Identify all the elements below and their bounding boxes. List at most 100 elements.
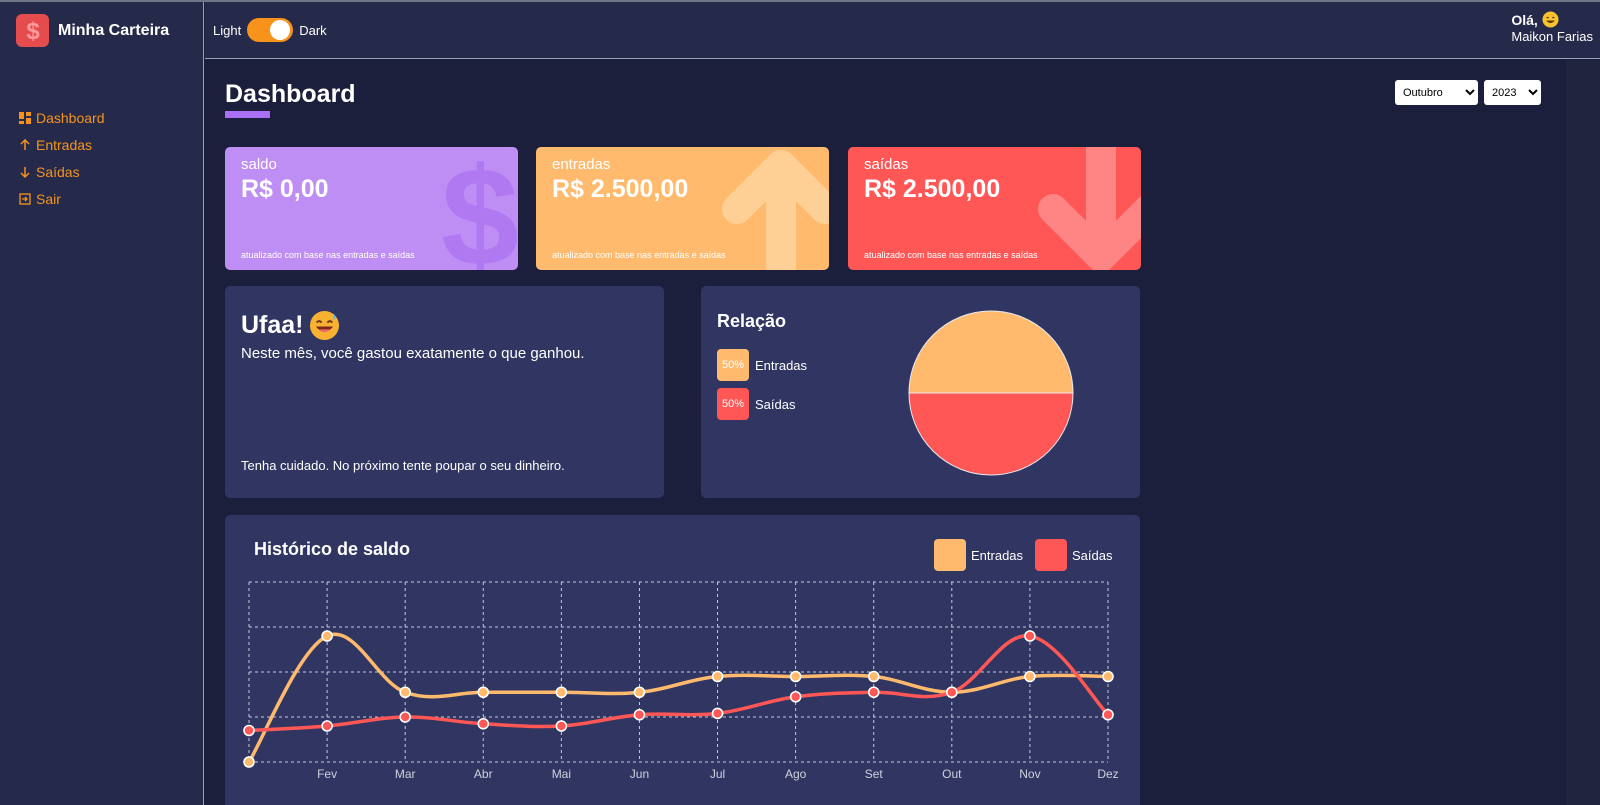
card-footer: atualizado com base nas entradas e saída… [864, 250, 1038, 260]
sweat-smile-emoji-icon [309, 310, 339, 341]
theme-toggle-group: Light Dark [213, 18, 327, 42]
svg-text:$: $ [441, 147, 518, 270]
card-label: saldo [241, 156, 277, 173]
relation-panel: Relação 50% Entradas 50% Saídas [701, 286, 1140, 498]
data-point-entradas[interactable] [867, 670, 880, 683]
x-tick-label: Mai [552, 767, 571, 781]
page-title: Dashboard [225, 80, 356, 108]
x-tick-label: Dez [1097, 767, 1118, 781]
theme-toggle-switch[interactable] [247, 18, 294, 42]
sidebar-item-label: Sair [36, 190, 61, 207]
series-line-entradas [247, 632, 1109, 763]
card-value: R$ 2.500,00 [552, 175, 689, 203]
data-point-saídas[interactable] [243, 724, 255, 737]
card-label: saídas [864, 156, 909, 173]
month-select[interactable]: Outubro [1395, 80, 1478, 105]
arrow-down-bg-icon [1038, 147, 1141, 270]
user-name: Maikon Farias [1511, 29, 1593, 44]
dashboard-icon [18, 111, 31, 124]
data-point-entradas[interactable] [1024, 670, 1036, 683]
card-saldo: $ saldo R$ 0,00 atualizado com base nas … [225, 147, 518, 270]
arrow-down-icon [18, 165, 31, 178]
brand[interactable]: $ Minha Carteira [16, 14, 169, 47]
x-tick-label: Abr [474, 767, 493, 781]
relation-pie-chart [908, 310, 1074, 476]
card-footer: atualizado com base nas entradas e saída… [552, 250, 726, 260]
card-footer: atualizado com base nas entradas e saída… [241, 250, 415, 260]
percent-badge: 50% [717, 388, 749, 420]
card-label: entradas [552, 156, 611, 173]
data-point-entradas[interactable] [555, 686, 568, 699]
card-value: R$ 2.500,00 [864, 175, 1001, 203]
x-tick-label: Fev [317, 767, 337, 781]
main-content: Dashboard Outubro 2023 $ saldo R$ 0,00 a… [205, 60, 1600, 805]
pie-slice-saídas [908, 392, 1074, 476]
user-greeting: Olá, [1511, 11, 1593, 28]
relation-title: Relação [717, 311, 787, 331]
top-header: Light Dark Olá, Maikon Farias [205, 2, 1600, 59]
sidebar: $ Minha Carteira Dashboard Entradas Saíd… [0, 2, 204, 805]
data-point-saídas[interactable] [789, 690, 802, 703]
arrow-up-icon [18, 138, 31, 151]
history-line-chart: Fev Mar Abr Mai Jun Jul Ago Set Out Nov Dez [243, 581, 1119, 781]
data-point-entradas[interactable] [477, 686, 490, 699]
title-underline [225, 111, 270, 118]
data-point-saídas[interactable] [633, 708, 646, 721]
data-point-entradas[interactable] [711, 670, 724, 683]
card-saidas: saídas R$ 2.500,00 atualizado com base n… [848, 147, 1141, 270]
x-tick-label: Jun [630, 767, 649, 781]
pie-slice-entradas [908, 310, 1074, 394]
logout-icon [18, 192, 31, 205]
sidebar-item-dashboard[interactable]: Dashboard [18, 104, 105, 131]
legend-label: Entradas [755, 357, 808, 373]
app-name: Minha Carteira [58, 21, 170, 39]
sidebar-item-label: Dashboard [36, 109, 105, 126]
data-point-entradas[interactable] [789, 670, 802, 683]
data-point-entradas[interactable] [633, 686, 646, 699]
relation-legend-entradas: 50% Entradas [717, 349, 807, 381]
sidebar-item-label: Saídas [36, 163, 80, 180]
data-point-saídas[interactable] [1024, 630, 1036, 642]
smile-emoji-icon [1542, 11, 1559, 28]
message-footer: Tenha cuidado. No próximo tente poupar o… [241, 458, 565, 473]
svg-text:$: $ [26, 18, 40, 44]
arrow-up-bg-icon [722, 150, 829, 270]
history-panel: Histórico de saldo Entradas Saídas Fev Ma… [225, 515, 1140, 805]
data-point-saídas[interactable] [477, 717, 490, 730]
scrollbar-track[interactable] [1566, 60, 1600, 805]
user-profile: Olá, Maikon Farias [1511, 11, 1593, 44]
data-point-saídas[interactable] [555, 720, 568, 732]
data-point-entradas[interactable] [399, 686, 411, 699]
card-entradas: entradas R$ 2.500,00 atualizado com base… [536, 147, 829, 270]
x-tick-label: Out [942, 767, 962, 781]
x-tick-label: Nov [1019, 767, 1040, 781]
message-description: Neste mês, você gastou exatamente o que … [241, 345, 585, 362]
data-point-saídas[interactable] [867, 686, 880, 699]
theme-light-label: Light [213, 22, 242, 38]
x-tick-label: Ago [785, 767, 807, 781]
data-point-entradas[interactable] [1102, 670, 1114, 683]
dollar-logo-icon: $ [16, 14, 49, 47]
card-value: R$ 0,00 [241, 175, 329, 203]
sidebar-item-sair[interactable]: Sair [18, 185, 105, 212]
data-point-saídas[interactable] [946, 686, 958, 699]
year-select[interactable]: 2023 [1484, 80, 1541, 105]
period-filters: Outubro 2023 [1395, 80, 1541, 105]
data-point-saídas[interactable] [399, 711, 411, 723]
x-tick-label: Jul [710, 767, 725, 781]
dollar-bg-icon: $ [441, 147, 518, 270]
sidebar-item-entradas[interactable]: Entradas [18, 131, 105, 158]
message-panel: Ufaa! Neste mês, você gastou exatamente … [225, 286, 664, 498]
data-point-saídas[interactable] [711, 707, 724, 720]
message-title-row: Ufaa! [241, 310, 340, 341]
sidebar-item-label: Entradas [36, 136, 93, 153]
data-point-saídas[interactable] [321, 720, 333, 732]
data-point-entradas[interactable] [243, 756, 255, 768]
data-point-saídas[interactable] [1102, 708, 1114, 721]
x-tick-label: Mar [395, 767, 416, 781]
greeting-text: Olá, [1511, 11, 1538, 28]
relation-legend-saidas: 50% Saídas [717, 388, 795, 420]
sidebar-item-saidas[interactable]: Saídas [18, 158, 105, 185]
data-point-entradas[interactable] [321, 630, 333, 642]
toggle-knob [270, 20, 291, 40]
